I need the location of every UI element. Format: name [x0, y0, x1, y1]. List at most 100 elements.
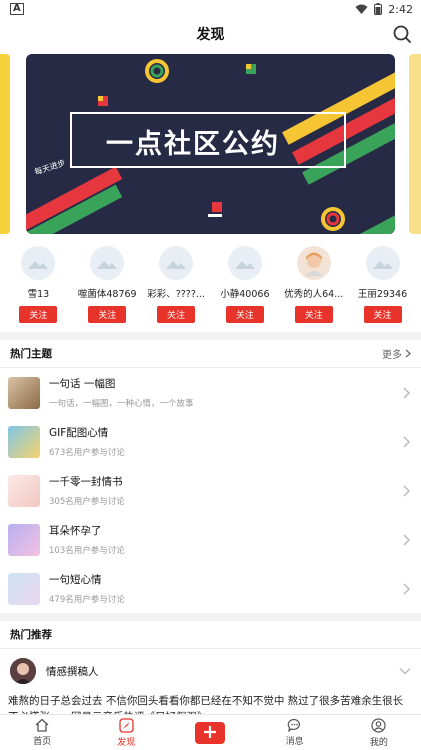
home-icon — [35, 718, 49, 732]
follow-button[interactable]: 关注 — [19, 306, 58, 323]
plus-icon — [204, 725, 217, 738]
more-link[interactable]: 更多 — [382, 346, 411, 361]
tab-mine[interactable]: 我的 — [349, 717, 409, 748]
banner-ring-decor — [145, 59, 169, 83]
topic-title: 耳朵怀孕了 — [49, 525, 102, 537]
topic-title: 一句话 一幅图 — [49, 378, 116, 390]
message-bubble-icon — [287, 718, 301, 732]
chevron-right-icon — [403, 533, 411, 546]
chevron-right-icon — [403, 582, 411, 595]
chevron-right-icon — [403, 386, 411, 399]
status-bar: A 2:42 — [0, 0, 421, 18]
banner-title: 一点社区公约 — [106, 129, 280, 160]
tab-messages-label[interactable]: 消息 — [286, 734, 304, 747]
topic-subtitle: 479名用户参与讨论 — [49, 595, 125, 605]
topic-item[interactable]: GIF配图心情 673名用户参与讨论 — [0, 417, 421, 466]
image-placeholder-icon — [28, 261, 49, 269]
user-avatar[interactable] — [21, 246, 56, 280]
chevron-right-icon[interactable] — [405, 349, 411, 358]
person-illustration-icon — [304, 252, 323, 276]
user-name[interactable]: 雪13 — [28, 286, 50, 300]
banner-ring-decor-2 — [321, 207, 345, 231]
tab-messages[interactable]: 消息 — [265, 718, 325, 747]
topic-item[interactable]: 一千零一封情书 305名用户参与讨论 — [0, 466, 421, 515]
post-header[interactable]: 情感撰稿人 — [0, 649, 421, 693]
topic-subtitle: 103名用户参与讨论 — [49, 546, 125, 556]
tab-mine-label[interactable]: 我的 — [370, 735, 388, 748]
status-icons: 2:42 — [355, 3, 413, 16]
create-post-button[interactable] — [195, 721, 226, 744]
user-card[interactable]: 彩彩、????... 关注 — [144, 246, 208, 332]
chevron-right-icon — [403, 484, 411, 497]
recommended-users: 雪13 关注 噬菌体48769 关注 彩彩、????... 关注 小静40066… — [0, 234, 421, 332]
tab-create[interactable] — [180, 721, 240, 744]
follow-button[interactable]: 关注 — [225, 306, 264, 323]
chevron-down-icon[interactable] — [399, 667, 411, 675]
image-placeholder-icon — [234, 261, 255, 269]
user-name[interactable]: 彩彩、????... — [147, 286, 205, 300]
follow-button[interactable]: 关注 — [363, 306, 402, 323]
tab-discover-label[interactable]: 发现 — [117, 735, 135, 748]
topic-thumbnail — [8, 474, 40, 507]
banner-prev-peek[interactable] — [0, 54, 10, 234]
tab-home[interactable]: 首页 — [12, 718, 72, 747]
user-card[interactable]: 优秀的人64... 关注 — [282, 246, 346, 332]
page-title: 发现 — [196, 27, 225, 43]
image-placeholder-icon — [97, 261, 118, 269]
section-divider — [0, 613, 421, 621]
user-icon — [371, 717, 386, 733]
notification-a-icon: A — [10, 3, 24, 15]
user-card[interactable]: 噬菌体48769 关注 — [75, 246, 139, 332]
user-avatar[interactable] — [227, 246, 262, 280]
user-avatar[interactable] — [296, 246, 331, 280]
tab-home-label[interactable]: 首页 — [33, 734, 51, 747]
status-time: 2:42 — [388, 2, 413, 16]
tab-discover[interactable]: 发现 — [96, 717, 156, 748]
topic-subtitle: 305名用户参与讨论 — [49, 497, 125, 507]
banner-slide[interactable]: 一点社区公约 每天进步 — [26, 54, 395, 234]
banner-logo-decor — [208, 202, 222, 217]
topic-thumbnail — [8, 572, 40, 605]
follow-button[interactable]: 关注 — [88, 306, 127, 323]
post-author[interactable]: 情感撰稿人 — [10, 658, 99, 684]
topic-title: 一千零一封情书 — [49, 476, 123, 488]
banner-cube-decor-2 — [246, 64, 256, 74]
hot-recommend-title: 热门推荐 — [10, 629, 52, 641]
topic-subtitle: 673名用户参与讨论 — [49, 448, 125, 458]
topic-thumbnail — [8, 376, 40, 409]
post-author-name[interactable]: 情感撰稿人 — [46, 664, 99, 679]
topic-subtitle: 一句话，一幅图，一种心情，一个故事 — [49, 399, 194, 409]
user-avatar[interactable] — [90, 246, 125, 280]
user-name[interactable]: 王丽29346 — [358, 286, 407, 300]
more-label[interactable]: 更多 — [382, 346, 402, 361]
image-placeholder-icon — [372, 261, 393, 269]
user-name[interactable]: 优秀的人64... — [284, 286, 343, 300]
user-card[interactable]: 小静40066 关注 — [213, 246, 277, 332]
user-card[interactable]: 王丽29346 关注 — [351, 246, 415, 332]
banner-cube-decor — [98, 96, 108, 106]
banner-carousel[interactable]: 一点社区公约 每天进步 — [0, 54, 421, 234]
search-icon[interactable] — [391, 23, 413, 45]
topic-item[interactable]: 一句话 一幅图 一句话，一幅图，一种心情，一个故事 — [0, 368, 421, 417]
topic-title: GIF配图心情 — [49, 427, 109, 439]
topic-item[interactable]: 一句短心情 479名用户参与讨论 — [0, 564, 421, 613]
battery-icon — [374, 3, 383, 15]
topic-thumbnail — [8, 425, 40, 458]
compass-icon — [119, 717, 134, 733]
follow-button[interactable]: 关注 — [294, 306, 333, 323]
section-divider — [0, 332, 421, 340]
person-photo-icon — [10, 658, 36, 684]
follow-button[interactable]: 关注 — [157, 306, 196, 323]
user-name[interactable]: 小静40066 — [220, 286, 269, 300]
hot-topics-header: 热门主题 更多 — [0, 340, 421, 368]
user-avatar[interactable] — [365, 246, 400, 280]
image-placeholder-icon — [166, 261, 187, 269]
user-card[interactable]: 雪13 关注 — [6, 246, 70, 332]
post-author-avatar[interactable] — [10, 658, 36, 684]
topic-item[interactable]: 耳朵怀孕了 103名用户参与讨论 — [0, 515, 421, 564]
hot-topics-title: 热门主题 — [10, 348, 52, 360]
banner-next-peek[interactable] — [409, 54, 421, 234]
user-avatar[interactable] — [159, 246, 194, 280]
app-header: 发现 — [0, 18, 421, 50]
user-name[interactable]: 噬菌体48769 — [78, 286, 137, 300]
